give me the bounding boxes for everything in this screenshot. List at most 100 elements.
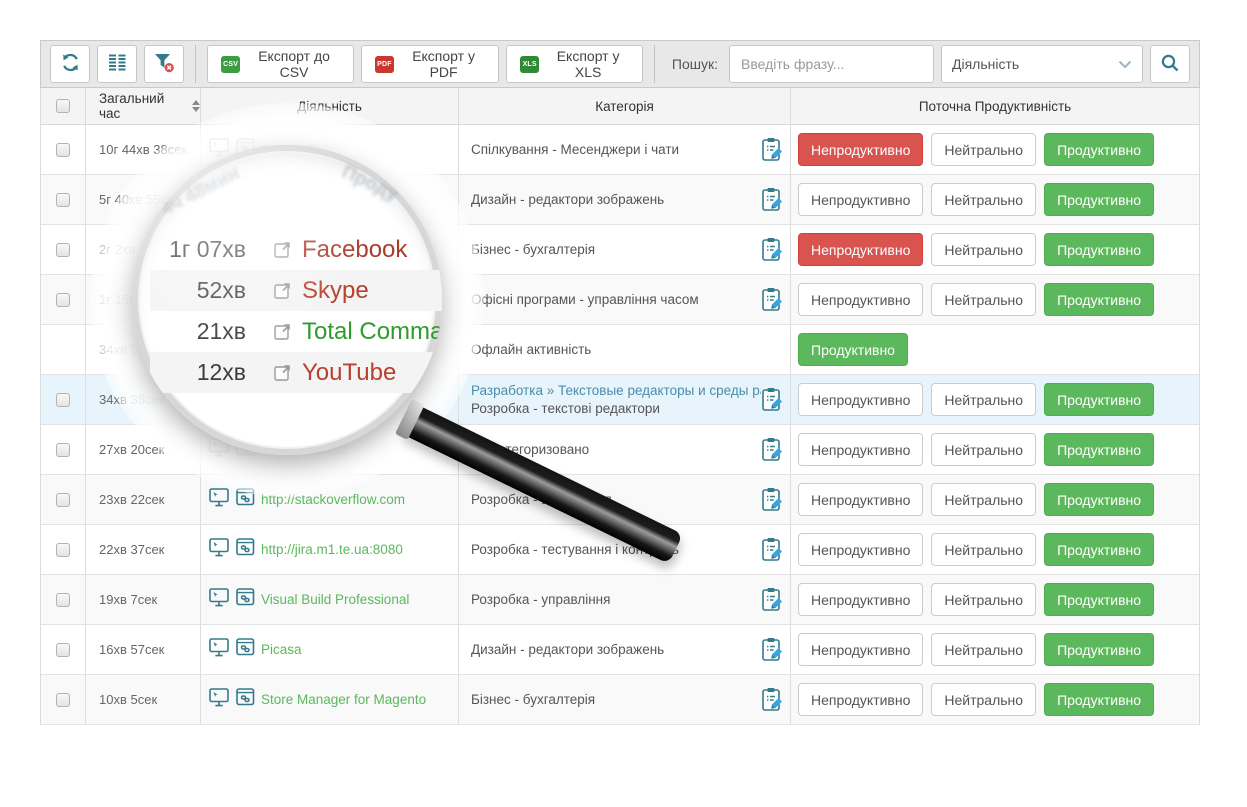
edit-category-icon[interactable] (761, 487, 784, 512)
productivity-unproductive-button[interactable]: Непродуктивно (798, 383, 923, 416)
category-cell: Бізнес - бухгалтерія (471, 692, 595, 707)
row-time: 23хв 22сек (99, 492, 164, 507)
productivity-productive-button[interactable]: Продуктивно (1044, 383, 1154, 416)
lens-row: 12хвYouTube (150, 352, 442, 393)
activity-link[interactable]: Visual Build Professional (261, 592, 409, 607)
productivity-neutral-button[interactable]: Нейтрально (931, 583, 1036, 616)
productivity-productive-button[interactable]: Продуктивно (1044, 483, 1154, 516)
sort-icon[interactable] (192, 100, 200, 112)
filter-clear-icon (154, 53, 175, 76)
edit-category-icon[interactable] (761, 237, 784, 262)
edit-category-icon[interactable] (761, 187, 784, 212)
refresh-icon (60, 52, 81, 76)
productivity-productive-button[interactable]: Продуктивно (1044, 283, 1154, 316)
monitor-icon (209, 638, 230, 662)
search-button[interactable] (1150, 45, 1190, 83)
row-checkbox[interactable] (56, 543, 70, 557)
edit-category-icon[interactable] (761, 437, 784, 462)
edit-category-icon[interactable] (761, 287, 784, 312)
toolbar-divider (654, 45, 655, 83)
toolbar-divider (195, 45, 196, 83)
export-xls-label: Експорт у XLS (547, 48, 629, 80)
productivity-productive-button[interactable]: Продуктивно (1044, 583, 1154, 616)
edit-category-icon[interactable] (761, 537, 784, 562)
productivity-unproductive-button[interactable]: Непродуктивно (798, 283, 923, 316)
header-activity[interactable]: Діяльність (297, 99, 362, 114)
edit-category-icon[interactable] (761, 637, 784, 662)
filter-clear-button[interactable] (144, 45, 184, 83)
row-checkbox[interactable] (56, 193, 70, 207)
productivity-unproductive-button[interactable]: Непродуктивно (798, 183, 923, 216)
search-input[interactable] (729, 45, 934, 83)
productivity-productive-button[interactable]: Продуктивно (1044, 233, 1154, 266)
row-checkbox[interactable] (56, 393, 70, 407)
productivity-unproductive-button[interactable]: Непродуктивно (798, 433, 923, 466)
browser-link-icon (236, 638, 255, 661)
productivity-unproductive-button[interactable]: Непродуктивно (798, 133, 923, 166)
productivity-neutral-button[interactable]: Нейтрально (931, 633, 1036, 666)
header-productivity[interactable]: Поточна Продуктивність (919, 99, 1071, 114)
row-checkbox[interactable] (56, 593, 70, 607)
edit-category-icon[interactable] (761, 687, 784, 712)
productivity-unproductive-button[interactable]: Непродуктивно (798, 683, 923, 716)
productivity-productive-button[interactable]: Продуктивно (1044, 433, 1154, 466)
search-field-select[interactable]: Діяльність (941, 45, 1143, 83)
productivity-productive-button[interactable]: Продуктивно (1044, 533, 1154, 566)
lens-app-name: Skype (302, 277, 369, 305)
export-csv-button[interactable]: CSV Експорт до CSV (207, 45, 354, 83)
productivity-neutral-button[interactable]: Нейтрально (931, 183, 1036, 216)
header-category[interactable]: Категорія (595, 99, 654, 114)
category-line2: Розробка - текстові редактори (471, 401, 761, 416)
row-checkbox[interactable] (56, 493, 70, 507)
activity-link[interactable]: Picasa (261, 642, 302, 657)
productivity-neutral-button[interactable]: Нейтрально (931, 383, 1036, 416)
productivity-unproductive-button[interactable]: Непродуктивно (798, 233, 923, 266)
export-pdf-button[interactable]: PDF Експорт у PDF (361, 45, 499, 83)
category-line1: Дизайн - редактори зображень (471, 642, 664, 657)
activity-cell: Picasa (209, 638, 302, 662)
row-checkbox[interactable] (56, 443, 70, 457)
productivity-buttons: НепродуктивноНейтральноПродуктивно (791, 125, 1199, 174)
activity-link[interactable]: http://jira.m1.te.ua:8080 (261, 542, 403, 557)
header-total-time[interactable]: Загальний час (99, 91, 187, 121)
productivity-neutral-button[interactable]: Нейтрально (931, 433, 1036, 466)
category-line1: Офісні програми - управління часом (471, 292, 699, 307)
category-line1: Офлайн активність (471, 342, 591, 357)
productivity-buttons: НепродуктивноНейтральноПродуктивно (791, 375, 1199, 424)
edit-category-icon[interactable] (761, 387, 784, 412)
chevron-down-icon (1118, 56, 1132, 72)
productivity-unproductive-button[interactable]: Непродуктивно (798, 583, 923, 616)
productivity-neutral-button[interactable]: Нейтрально (931, 683, 1036, 716)
row-checkbox[interactable] (56, 643, 70, 657)
row-checkbox[interactable] (56, 693, 70, 707)
productivity-unproductive-button[interactable]: Непродуктивно (798, 633, 923, 666)
browser-link-icon (236, 588, 255, 611)
edit-category-icon[interactable] (761, 587, 784, 612)
select-all-checkbox[interactable] (56, 99, 70, 113)
columns-button[interactable] (97, 45, 137, 83)
productivity-unproductive-button[interactable]: Непродуктивно (798, 533, 923, 566)
productivity-neutral-button[interactable]: Нейтрально (931, 233, 1036, 266)
activity-link[interactable]: http://stackoverflow.com (261, 492, 405, 507)
row-checkbox[interactable] (56, 143, 70, 157)
productivity-productive-button[interactable]: Продуктивно (1044, 683, 1154, 716)
edit-category-icon[interactable] (761, 137, 784, 162)
row-time: 10хв 5сек (99, 692, 157, 707)
export-xls-button[interactable]: XLS Експорт у XLS (506, 45, 643, 83)
productivity-productive-button[interactable]: Продуктивно (798, 333, 908, 366)
refresh-button[interactable] (50, 45, 90, 83)
productivity-productive-button[interactable]: Продуктивно (1044, 133, 1154, 166)
activity-link[interactable]: Store Manager for Magento (261, 692, 426, 707)
productivity-neutral-button[interactable]: Нейтрально (931, 133, 1036, 166)
productivity-neutral-button[interactable]: Нейтрально (931, 533, 1036, 566)
lens-row: 52хвSkype (150, 270, 442, 311)
productivity-unproductive-button[interactable]: Непродуктивно (798, 483, 923, 516)
productivity-productive-button[interactable]: Продуктивно (1044, 183, 1154, 216)
row-checkbox[interactable] (56, 243, 70, 257)
row-checkbox[interactable] (56, 293, 70, 307)
lens-time: 21хв (152, 318, 246, 345)
productivity-neutral-button[interactable]: Нейтрально (931, 483, 1036, 516)
productivity-neutral-button[interactable]: Нейтрально (931, 283, 1036, 316)
productivity-productive-button[interactable]: Продуктивно (1044, 633, 1154, 666)
category-cell: Офісні програми - управління часом (471, 292, 699, 307)
